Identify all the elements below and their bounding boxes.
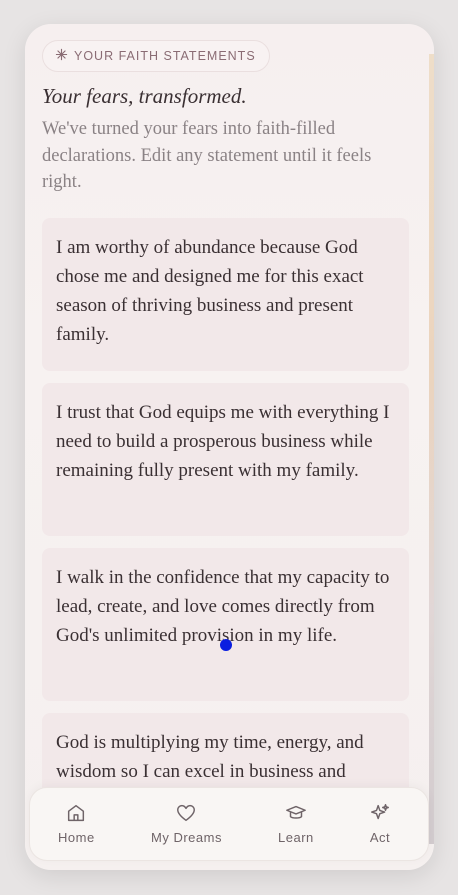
sparkles-icon <box>369 802 391 830</box>
tab-learn-label: Learn <box>278 830 314 845</box>
statement-list: I am worthy of abundance because God cho… <box>42 218 409 845</box>
home-icon <box>65 802 87 830</box>
tab-my-dreams[interactable]: My Dreams <box>151 802 222 845</box>
tab-act[interactable]: Act <box>369 802 391 845</box>
cursor-indicator <box>220 639 232 651</box>
tab-act-label: Act <box>369 830 391 845</box>
badge-label: YOUR FAITH STATEMENTS <box>74 49 256 63</box>
background-strip <box>429 54 434 844</box>
tab-learn[interactable]: Learn <box>278 802 314 845</box>
tab-home[interactable]: Home <box>58 802 95 845</box>
sparkle-icon <box>55 48 68 64</box>
heart-icon <box>175 802 197 830</box>
statement-card-1[interactable]: I am worthy of abundance because God cho… <box>42 218 409 371</box>
page-subtitle: Your fears, transformed. <box>42 84 247 108</box>
bottom-tab-bar: Home My Dreams Learn Act <box>29 787 429 861</box>
graduation-cap-icon <box>285 802 307 830</box>
statement-card-2[interactable]: I trust that God equips me with everythi… <box>42 383 409 536</box>
tab-my-dreams-label: My Dreams <box>151 830 222 845</box>
tab-home-label: Home <box>58 830 95 845</box>
statement-card-3[interactable]: I walk in the confidence that my capacit… <box>42 548 409 701</box>
section-badge: YOUR FAITH STATEMENTS <box>42 40 270 72</box>
app-screen: YOUR FAITH STATEMENTS Your fears, transf… <box>25 24 434 870</box>
intro-text: We've turned your fears into faith-fille… <box>42 119 372 192</box>
